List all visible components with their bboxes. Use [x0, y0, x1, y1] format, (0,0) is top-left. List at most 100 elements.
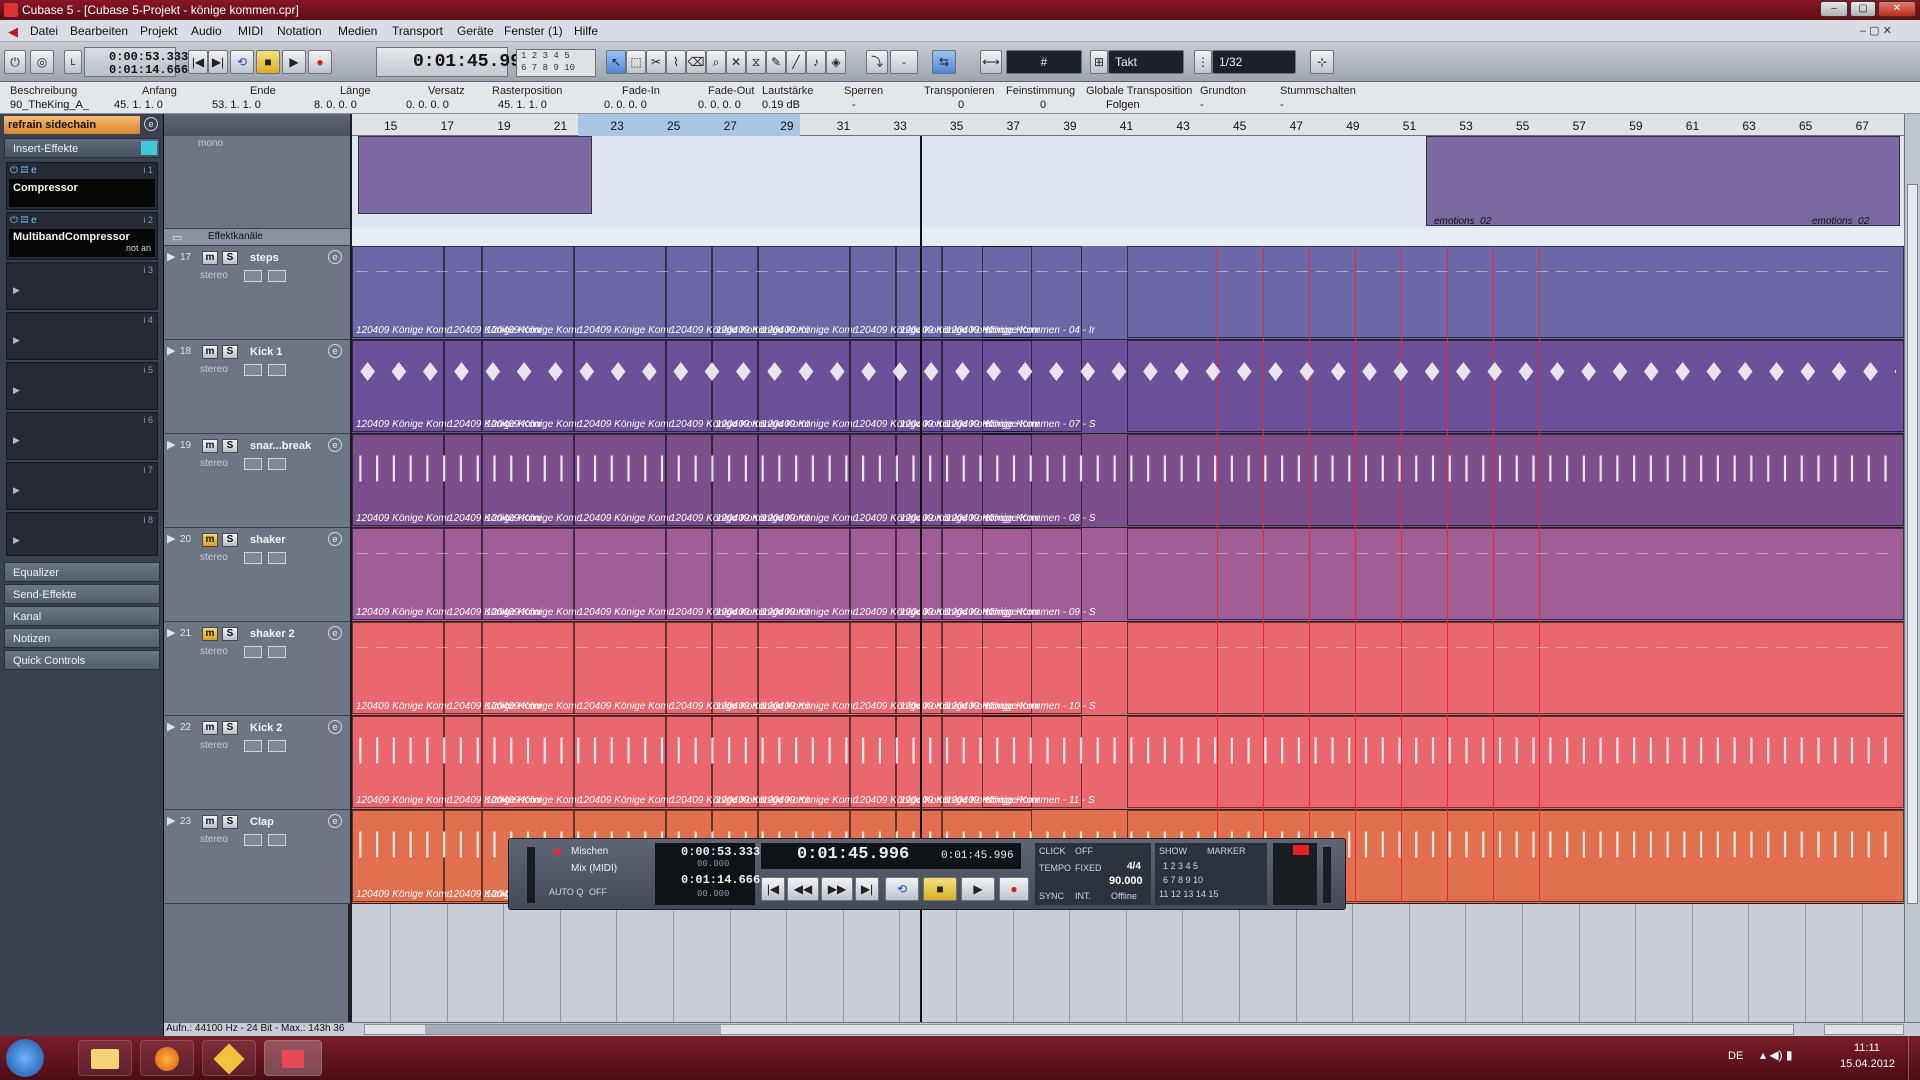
track-header-22[interactable]: ▶ 22 m S Kick 2 stereo e [164, 716, 350, 810]
marker-grid[interactable]: 1 2 3 4 5 6 7 8 9 10 [516, 49, 596, 77]
transport-go-start[interactable]: |◀ [761, 877, 785, 901]
vertical-scrollbar[interactable] [1904, 114, 1920, 1036]
menu-projekt[interactable]: Projekt [140, 24, 177, 38]
play-button[interactable]: ▶ [282, 50, 306, 74]
monitor-icon[interactable] [244, 270, 262, 282]
clock-date[interactable]: 15.04.2012 [1840, 1058, 1895, 1070]
clip-sidechain-a[interactable] [358, 136, 592, 214]
draw-tool[interactable]: ✎ [766, 50, 786, 74]
mute-tool[interactable]: ✕ [726, 50, 746, 74]
insert-slot-8[interactable]: i 8 ▶ [6, 512, 158, 556]
marker-row1[interactable]: 1 2 3 4 5 [1163, 861, 1198, 871]
fx-channels-folder[interactable]: ▭ Effektkanäle [164, 228, 350, 246]
section-send-effects[interactable]: Send-Effekte [4, 584, 160, 604]
monitor-icon[interactable] [244, 740, 262, 752]
marker-row2[interactable]: 6 7 8 9 10 [1163, 875, 1203, 885]
solo-button[interactable]: S [222, 439, 238, 453]
hscroll-thumb[interactable] [425, 1025, 721, 1034]
track-name[interactable]: shaker [250, 534, 285, 546]
marker-show-button[interactable]: SHOW [1159, 846, 1187, 856]
section-kanal[interactable]: Kanal [4, 606, 160, 626]
info-value-feinstimmung[interactable]: 0 [1040, 99, 1046, 111]
activate-project-button[interactable]: ⏻ [4, 50, 26, 74]
edit-channel-icon[interactable]: e [328, 344, 342, 358]
read-automation-icon[interactable] [268, 270, 286, 282]
snap-on-button[interactable]: ⇆ [932, 50, 956, 74]
menu-notation[interactable]: Notation [277, 24, 322, 38]
info-value-globale-transposition[interactable]: Folgen [1106, 99, 1140, 111]
track-header-23[interactable]: ▶ 23 m S Clap stereo e [164, 810, 350, 904]
transport-main-display[interactable]: 0:01:45.996 0:01:45.996 [761, 843, 1021, 869]
horizontal-scrollbar[interactable] [364, 1024, 1794, 1035]
click-label[interactable]: CLICK [1039, 846, 1066, 856]
quantize-select[interactable]: 1/32 [1212, 50, 1296, 74]
auto-scroll-button[interactable]: ⤵ [866, 50, 888, 74]
track-name[interactable]: Kick 2 [250, 722, 282, 734]
insert-bypass-icon[interactable] [141, 141, 157, 155]
menu-datei[interactable]: Datei [30, 24, 58, 38]
solo-button[interactable]: S [222, 721, 238, 735]
glue-tool[interactable]: ⌇ [666, 50, 686, 74]
track-header-17[interactable]: ▶ 17 m Ssteps stereo e [164, 246, 350, 340]
window-layout-button[interactable]: ⊹ [1310, 50, 1334, 74]
snap-type-button[interactable]: ⟷ [980, 50, 1002, 74]
read-automation-icon[interactable] [268, 740, 286, 752]
slot2-power-icon[interactable]: ⏻ ▤ e [10, 215, 37, 226]
info-value-fade-in[interactable]: 0. 0. 0. 0 [604, 99, 647, 111]
clip-emotions-a[interactable] [1426, 136, 1900, 226]
mute-button[interactable]: m [202, 251, 218, 265]
expand-icon[interactable]: ▶ [167, 438, 175, 451]
transport-stop[interactable]: ■ [923, 877, 957, 901]
info-value-transponieren[interactable]: 0 [958, 99, 964, 111]
edit-channel-icon[interactable]: e [328, 720, 342, 734]
stop-button[interactable]: ■ [256, 50, 280, 74]
info-value-rasterposition[interactable]: 45. 1. 1. 0 [498, 99, 547, 111]
expand-icon[interactable]: ▶ [167, 814, 175, 827]
go-to-end-button[interactable]: ▶| [208, 50, 228, 74]
expand-icon[interactable]: ▶ [167, 720, 175, 733]
transport-rewind[interactable]: ◀◀ [787, 877, 819, 901]
transport-play[interactable]: ▶ [961, 877, 995, 901]
maximize-button[interactable]: ▢ [1850, 1, 1876, 17]
insert-slot-3[interactable]: i 3 ▶ [6, 262, 158, 310]
info-value-lautstaerke[interactable]: 0.19 dB [762, 99, 800, 111]
tempo-value[interactable]: 90.000 [1109, 875, 1143, 887]
menu-audio[interactable]: Audio [191, 24, 222, 38]
slot2-plugin[interactable]: MultibandCompressor not an [9, 229, 155, 257]
mute-button[interactable]: m [202, 815, 218, 829]
track-header-18[interactable]: ▶ 18 m S Kick 1 stereo e [164, 340, 350, 434]
auto-q-state[interactable]: OFF [589, 887, 607, 897]
menu-medien[interactable]: Medien [338, 24, 377, 38]
mute-button[interactable]: m [202, 721, 218, 735]
monitor-icon[interactable] [244, 646, 262, 658]
language-indicator[interactable]: DE [1728, 1050, 1743, 1062]
track-name[interactable]: snar...break [250, 440, 311, 452]
insert-effects-header[interactable]: Insert-Effekte [4, 138, 160, 158]
info-value-anfang[interactable]: 45. 1. 1. 0 [114, 99, 163, 111]
transport-cycle[interactable]: ⟲ [885, 877, 919, 901]
range-tool[interactable]: ⬚ [626, 50, 646, 74]
insert-slot-5[interactable]: i 5 ▶ [6, 362, 158, 410]
insert-slot-2[interactable]: ⏻ ▤ e i 2 MultibandCompressor not an [6, 212, 158, 260]
menu-hilfe[interactable]: Hilfe [574, 24, 598, 38]
tempo-mode[interactable]: FIXED [1075, 863, 1102, 873]
time-warp-tool[interactable]: ⧖ [746, 50, 766, 74]
transport-go-end[interactable]: ▶| [855, 877, 879, 901]
read-automation-icon[interactable] [268, 458, 286, 470]
taskbar-firefox-icon[interactable] [140, 1040, 194, 1076]
grid-type-select[interactable]: # [1006, 50, 1082, 74]
menu-midi[interactable]: MIDI [238, 24, 263, 38]
line-tool[interactable]: ╱ [786, 50, 806, 74]
edit-channel-icon[interactable]: e [144, 117, 158, 131]
main-time-display[interactable]: 0:01:45.996 [376, 47, 532, 77]
monitor-icon[interactable] [244, 364, 262, 376]
slot1-power-icon[interactable]: ⏻ ▤ e [10, 165, 37, 176]
click-state[interactable]: OFF [1075, 846, 1093, 856]
mute-button[interactable]: m [202, 627, 218, 641]
edit-channel-icon[interactable]: e [328, 438, 342, 452]
zoom-tool[interactable]: ⌕ [706, 50, 726, 74]
inspector-track-name[interactable]: refrain sidechain [4, 116, 140, 134]
insert-slot-7[interactable]: i 7 ▶ [6, 462, 158, 510]
read-automation-icon[interactable] [268, 364, 286, 376]
track-header-21[interactable]: ▶ 21 m Sshaker 2 stereo e [164, 622, 350, 716]
